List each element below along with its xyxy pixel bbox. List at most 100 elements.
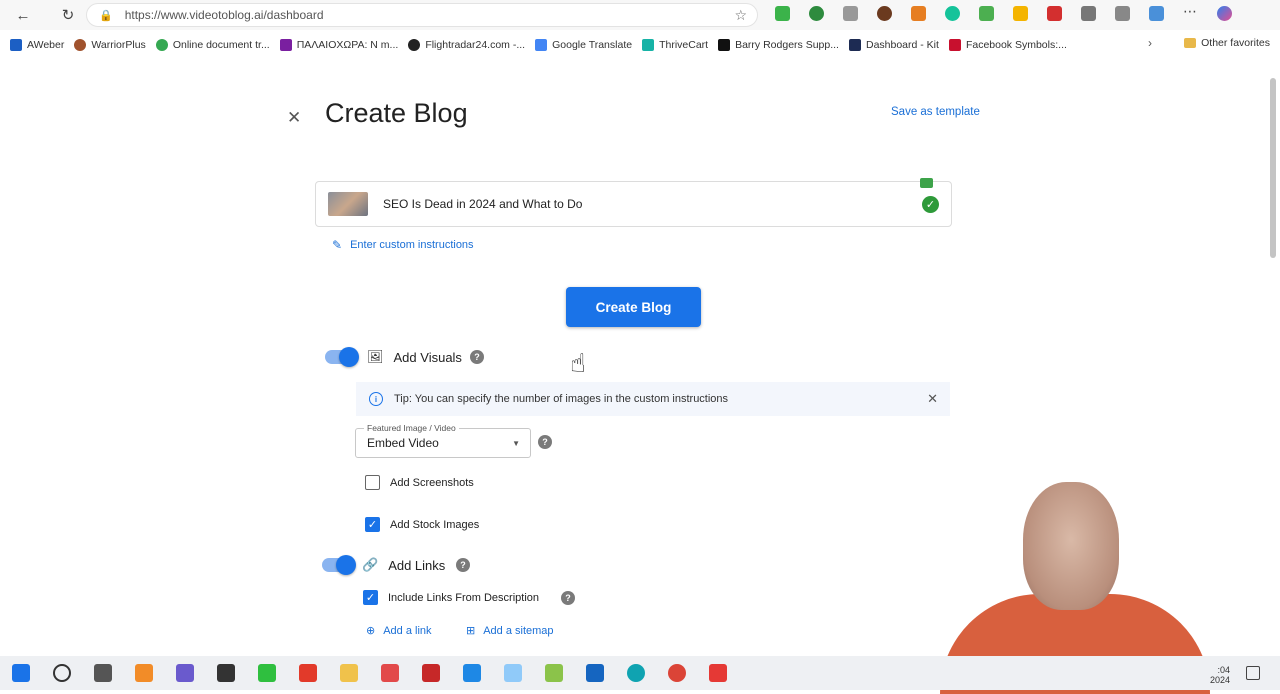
scrollbar[interactable]	[1270, 68, 1276, 648]
url-text: https://www.videotoblog.ai/dashboard	[124, 8, 324, 22]
help-icon[interactable]: ?	[470, 350, 484, 364]
app-icon[interactable]	[422, 664, 440, 682]
extension-icon[interactable]	[1013, 6, 1028, 21]
favorite-star-icon[interactable]: ☆	[734, 7, 747, 24]
extension-icon[interactable]	[911, 6, 926, 21]
custom-instructions-label: Enter custom instructions	[350, 239, 474, 251]
bookmark-item[interactable]: Facebook Symbols:...	[948, 39, 1067, 51]
save-as-template-link[interactable]: Save as template	[891, 106, 980, 118]
custom-instructions-link[interactable]: ✎ Enter custom instructions	[332, 238, 474, 252]
extension-icon[interactable]	[809, 6, 824, 21]
windows-start-icon[interactable]	[12, 664, 30, 682]
help-icon[interactable]: ?	[538, 435, 552, 449]
app-icon[interactable]	[586, 664, 604, 682]
bookmark-item[interactable]: WarriorPlus	[74, 39, 146, 51]
search-icon[interactable]	[53, 664, 71, 682]
bookmark-item[interactable]: Barry Rodgers Supp...	[718, 39, 839, 51]
other-favorites-label: Other favorites	[1201, 37, 1270, 49]
link-icon: 🔗	[362, 557, 379, 572]
folder-icon	[1184, 38, 1197, 48]
bookmark-label: Online document tr...	[172, 39, 270, 51]
chrome-icon[interactable]	[668, 664, 686, 682]
tip-text: Tip: You can specify the number of image…	[394, 393, 729, 405]
copilot-icon[interactable]	[1217, 6, 1232, 21]
add-visuals-toggle[interactable]	[325, 347, 359, 367]
grammarly-icon[interactable]	[945, 6, 960, 21]
close-icon[interactable]: ✕	[287, 108, 301, 128]
favorites-icon[interactable]	[1115, 6, 1130, 21]
bookmark-item[interactable]: AWeber	[10, 39, 64, 51]
add-link-icon: ⊕	[366, 625, 376, 637]
app-icon[interactable]	[545, 664, 563, 682]
taskbar-clock[interactable]: :04 2024	[1210, 665, 1230, 685]
bookmark-item[interactable]: Online document tr...	[155, 39, 270, 51]
extensions-puzzle-icon[interactable]	[1081, 6, 1096, 21]
video-card[interactable]: SEO Is Dead in 2024 and What to Do ✓	[315, 178, 952, 227]
more-menu-icon[interactable]: ⋯	[1183, 4, 1198, 21]
extension-icon[interactable]	[979, 6, 994, 21]
featured-image-select[interactable]: Featured Image / Video Embed Video ▼	[355, 423, 531, 458]
collections-icon[interactable]	[1149, 6, 1164, 21]
app-icon[interactable]	[135, 664, 153, 682]
bookmark-item[interactable]: ThriveCart	[642, 39, 708, 51]
add-links-section: 🔗 Add Links	[362, 557, 445, 573]
bookmark-label: Dashboard - Kit	[865, 39, 939, 51]
add-links-toggle[interactable]	[322, 555, 356, 575]
task-view-icon[interactable]	[94, 664, 112, 682]
address-bar[interactable]: 🔒 https://www.videotoblog.ai/dashboard ☆	[86, 3, 758, 27]
other-favorites[interactable]: Other favorites	[1184, 37, 1270, 49]
calculator-icon[interactable]	[176, 664, 194, 682]
add-visuals-label: Add Visuals	[393, 349, 462, 365]
bookmark-label: ThriveCart	[659, 39, 709, 51]
close-tip-icon[interactable]: ✕	[927, 391, 938, 407]
bookmark-item[interactable]: Google Translate	[535, 39, 632, 51]
extension-icon[interactable]	[877, 6, 892, 21]
app-icon[interactable]	[299, 664, 317, 682]
toggle-knob	[336, 555, 356, 575]
chevron-right-icon[interactable]: ›	[1148, 36, 1152, 50]
extension-icon[interactable]	[775, 6, 790, 21]
tip-banner: i Tip: You can specify the number of ima…	[356, 382, 950, 416]
extension-icon[interactable]	[1047, 6, 1062, 21]
camera-icon[interactable]	[843, 6, 858, 21]
scrollbar-thumb[interactable]	[1270, 78, 1276, 258]
bookmark-label: Facebook Symbols:...	[965, 39, 1067, 51]
include-links-checkbox[interactable]: ✓	[363, 590, 378, 605]
bookmark-label: Barry Rodgers Supp...	[735, 39, 839, 51]
app-icon[interactable]	[258, 664, 276, 682]
info-icon: i	[369, 392, 383, 406]
help-icon[interactable]: ?	[456, 558, 470, 572]
edge-icon[interactable]	[627, 664, 645, 682]
add-link-button[interactable]: ⊕ Add a link	[366, 624, 432, 638]
bookmark-label: ΠΑΛΑΙΟΧΩΡΑ: Ν m...	[296, 39, 399, 51]
app-icon[interactable]	[217, 664, 235, 682]
bookmark-favicon	[10, 39, 22, 51]
bookmark-item[interactable]: ΠΑΛΑΙΟΧΩΡΑ: Ν m...	[279, 39, 399, 51]
app-icon[interactable]	[381, 664, 399, 682]
help-icon[interactable]: ?	[561, 591, 575, 605]
bookmark-favicon	[408, 39, 421, 51]
add-screenshots-checkbox[interactable]	[365, 475, 380, 490]
bookmark-favicon	[642, 39, 655, 51]
page-title: Create Blog	[325, 98, 468, 128]
refresh-icon[interactable]: ↻	[58, 5, 78, 25]
pencil-icon: ✎	[332, 238, 343, 252]
bookmark-item[interactable]: Flightradar24.com -...	[408, 39, 525, 51]
add-stock-images-label: Add Stock Images	[390, 519, 480, 531]
bookmark-item[interactable]: Dashboard - Kit	[848, 39, 939, 51]
add-stock-images-checkbox[interactable]: ✓	[365, 517, 380, 532]
back-icon[interactable]: ←	[13, 5, 33, 25]
bookmark-favicon	[74, 39, 87, 51]
app-icon[interactable]	[709, 664, 727, 682]
add-sitemap-button[interactable]: ⊞ Add a sitemap	[466, 624, 554, 638]
clock-time: :04	[1217, 665, 1230, 675]
notifications-icon[interactable]	[1246, 666, 1260, 680]
toggle-knob	[339, 347, 359, 367]
app-icon[interactable]	[463, 664, 481, 682]
bookmark-favicon	[155, 39, 168, 51]
create-blog-button[interactable]: Create Blog	[566, 287, 701, 327]
add-link-label: Add a link	[383, 624, 432, 637]
file-explorer-icon[interactable]	[340, 664, 358, 682]
caption-icon	[920, 178, 933, 188]
app-icon[interactable]	[504, 664, 522, 682]
